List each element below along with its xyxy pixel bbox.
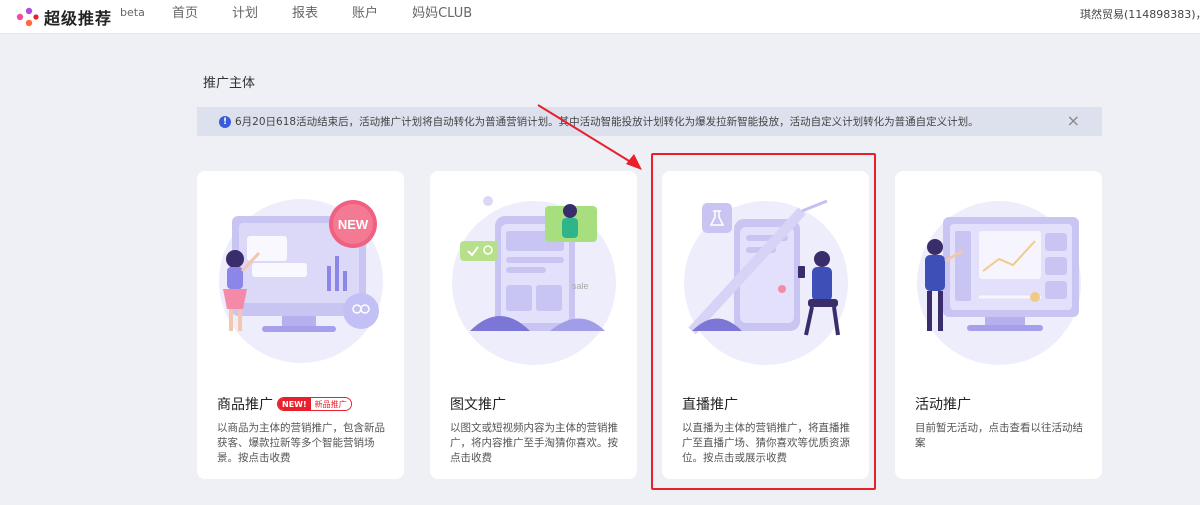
live-promotion-illustration — [684, 199, 848, 365]
notice-banner: ! 6月20日618活动结束后，活动推广计划将自动转化为普通营销计划。其中活动智… — [197, 107, 1102, 136]
card-content-promotion[interactable]: sale 图文推广 以图文或短视频内容为主体的营销推广，将内容推广至手淘猜你喜欢… — [430, 171, 637, 479]
product-promotion-illustration: NEW — [219, 199, 383, 363]
page-title: 推广主体 — [203, 76, 256, 91]
nav-home[interactable]: 首页 — [172, 0, 198, 30]
card-live-promotion[interactable]: 直播推广 以直播为主体的营销推广，将直播推广至直播广场、猜你喜欢等优质资源位。按… — [662, 171, 869, 479]
notice-text: 6月20日618活动结束后，活动推广计划将自动转化为普通营销计划。其中活动智能投… — [235, 116, 979, 128]
new-illus-label: NEW — [338, 217, 369, 232]
nav-report[interactable]: 报表 — [292, 0, 318, 30]
main-nav: 首页 计划 报表 账户 妈妈CLUB — [172, 0, 506, 30]
card-title: 直播推广 — [682, 394, 738, 414]
close-icon[interactable]: × — [1067, 112, 1080, 130]
brand-name: 超级推荐 — [44, 9, 113, 28]
content-promotion-title: 图文推广 — [450, 397, 506, 413]
badge-new: NEW! — [278, 398, 311, 410]
card-title: 活动推广 — [915, 394, 971, 414]
product-promotion-desc: 以商品为主体的营销推广，包含新品获客、爆款拉新等多个智能营销场景。按点击收费 — [217, 422, 385, 464]
content-promotion-illustration: sale — [452, 196, 616, 365]
content-promotion-desc: 以图文或短视频内容为主体的营销推广，将内容推广至手淘猜你喜欢。按点击收费 — [450, 422, 618, 464]
activity-promotion-illustration — [917, 201, 1081, 365]
info-icon: ! — [219, 115, 231, 128]
new-product-badge: NEW! 新品推广 — [277, 397, 352, 411]
activity-promotion-title: 活动推广 — [915, 397, 971, 413]
sale-illus-label: sale — [572, 281, 589, 291]
nav-mama-club[interactable]: 妈妈CLUB — [412, 0, 472, 30]
nav-account[interactable]: 账户 — [352, 0, 378, 30]
top-bar: 超级推荐 beta 首页 计划 报表 账户 妈妈CLUB 琪然贸易(114898… — [0, 0, 1200, 34]
card-activity-promotion[interactable]: 活动推广 目前暂无活动，点击查看以往活动结案 — [895, 171, 1102, 479]
badge-text: 新品推广 — [310, 398, 351, 410]
card-product-promotion[interactable]: NEW 商品推广 NEW! 新品推广 以商品为主体的营销推广，包含新品获客、爆款… — [197, 171, 404, 479]
card-title: 图文推广 — [450, 394, 506, 414]
live-promotion-desc: 以直播为主体的营销推广，将直播推广至直播广场、猜你喜欢等优质资源位。按点击或展示… — [682, 422, 850, 464]
product-promotion-title: 商品推广 — [217, 397, 273, 413]
card-title: 商品推广 NEW! 新品推广 — [217, 394, 352, 414]
beta-label: beta — [120, 5, 145, 19]
nav-plan[interactable]: 计划 — [232, 0, 258, 30]
brand-mark-icon — [16, 7, 39, 27]
live-promotion-title: 直播推广 — [682, 397, 738, 413]
activity-promotion-desc: 目前暂无活动，点击查看以往活动结案 — [915, 422, 1083, 449]
brand-logo[interactable]: 超级推荐 beta — [14, 3, 145, 31]
account-name[interactable]: 琪然贸易(114898383)，退 — [1080, 0, 1200, 30]
